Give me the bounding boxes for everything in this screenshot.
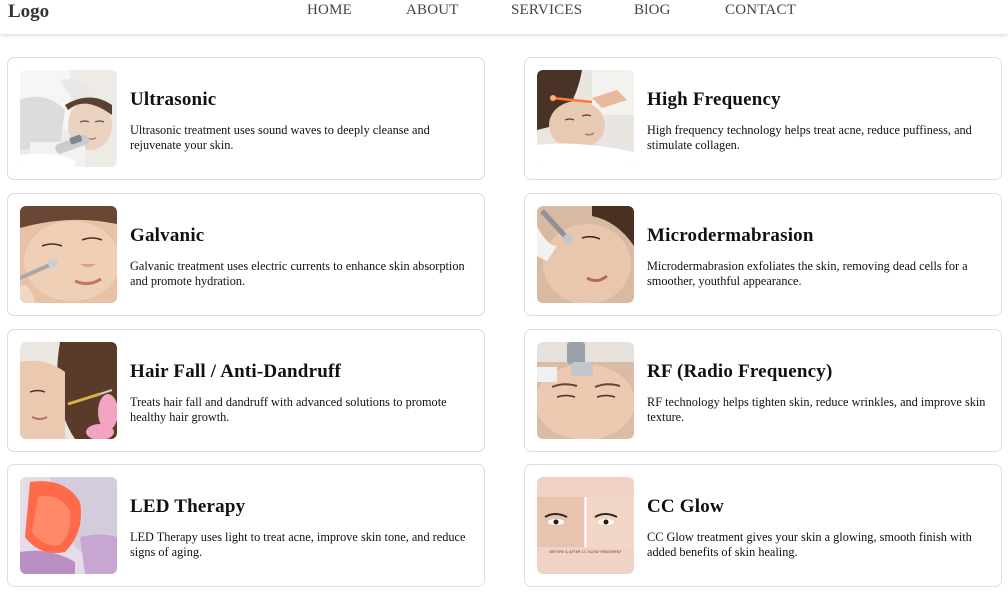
service-card-hair-fall[interactable]: Hair Fall / Anti-Dandruff Treats hair fa… <box>7 329 485 452</box>
galvanic-facial-photo <box>20 206 117 303</box>
top-navbar: Logo HOME ABOUT SERVICES BlOG CONTACT <box>0 0 1008 34</box>
service-title: Microdermabrasion <box>647 225 814 246</box>
before-after-eyes-photo: BEFORE & AFTER CC GLOW TREATMENT <box>537 477 634 574</box>
service-title: Ultrasonic <box>130 89 217 110</box>
service-description: Microdermabrasion exfoliates the skin, r… <box>647 259 968 288</box>
service-card-led-therapy[interactable]: LED Therapy LED Therapy uses light to tr… <box>7 464 485 587</box>
service-description: Ultrasonic treatment uses sound waves to… <box>130 123 430 152</box>
nav-link-services[interactable]: SERVICES <box>511 2 582 19</box>
service-title: High Frequency <box>647 89 781 110</box>
service-description: Treats hair fall and dandruff with advan… <box>130 395 447 424</box>
service-title: CC Glow <box>647 496 724 517</box>
nav-links: HOME ABOUT SERVICES BlOG CONTACT <box>0 2 1008 22</box>
nav-link-contact[interactable]: CONTACT <box>725 2 796 19</box>
service-card-microdermabrasion[interactable]: Microdermabrasion Microdermabrasion exfo… <box>524 193 1002 316</box>
high-frequency-facial-photo <box>537 70 634 167</box>
nav-link-about[interactable]: ABOUT <box>406 2 459 19</box>
service-description: CC Glow treatment gives your skin a glow… <box>647 530 972 559</box>
scalp-treatment-photo <box>20 342 117 439</box>
service-description: High frequency technology helps treat ac… <box>647 123 972 152</box>
ultrasonic-facial-photo <box>20 70 117 167</box>
service-title: LED Therapy <box>130 496 246 517</box>
service-card-ultrasonic[interactable]: Ultrasonic Ultrasonic treatment uses sou… <box>7 57 485 180</box>
service-title: Hair Fall / Anti-Dandruff <box>130 361 342 382</box>
service-card-rf[interactable]: RF (Radio Frequency) RF technology helps… <box>524 329 1002 452</box>
service-title: Galvanic <box>130 225 205 246</box>
nav-link-blog[interactable]: BlOG <box>634 2 671 19</box>
microdermabrasion-facial-photo <box>537 206 634 303</box>
service-title: RF (Radio Frequency) <box>647 361 833 382</box>
rf-facial-photo <box>537 342 634 439</box>
image-caption: BEFORE & AFTER CC GLOW TREATMENT <box>550 550 623 554</box>
nav-link-home[interactable]: HOME <box>307 2 352 19</box>
service-description: Galvanic treatment uses electric current… <box>130 259 465 288</box>
service-card-high-frequency[interactable]: High Frequency High frequency technology… <box>524 57 1002 180</box>
service-description: LED Therapy uses light to treat acne, im… <box>130 530 466 559</box>
service-card-cc-glow[interactable]: BEFORE & AFTER CC GLOW TREATMENT CC Glow… <box>524 464 1002 587</box>
led-mask-photo <box>20 477 117 574</box>
service-description: RF technology helps tighten skin, reduce… <box>647 395 986 424</box>
service-card-galvanic[interactable]: Galvanic Galvanic treatment uses electri… <box>7 193 485 316</box>
